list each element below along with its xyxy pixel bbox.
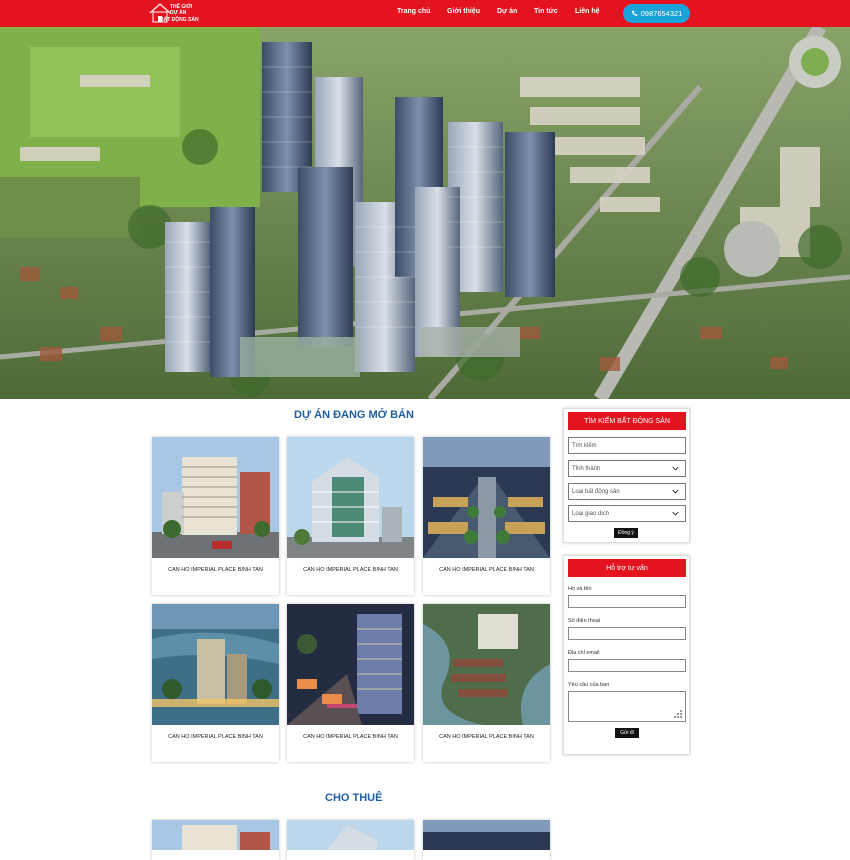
chevron-down-icon (672, 511, 679, 516)
nav-news[interactable]: Tin tức (534, 8, 558, 15)
rent-card[interactable] (423, 820, 550, 860)
nav-home[interactable]: Trang chủ (397, 8, 430, 15)
phone-icon (631, 10, 637, 16)
email-field[interactable] (568, 659, 686, 672)
transaction-type-select-value: Loại giao dịch (572, 510, 610, 517)
search-panel-title: TÌM KIẾM BẤT ĐỘNG SẢN (568, 412, 686, 430)
phone-button[interactable]: 0987654321 (623, 4, 690, 23)
project-card[interactable]: CAN HO IMPERIAL PLACE BINH TAN (423, 604, 550, 762)
rent-image[interactable] (423, 820, 550, 850)
rent-section-title: CHO THUÊ (325, 792, 383, 804)
search-panel: TÌM KIẾM BẤT ĐỘNG SẢN Tìm kiếm Tỉnh thàn… (563, 408, 690, 543)
property-type-select[interactable]: Loại bất động sản (568, 483, 686, 500)
support-panel: Hỗ trợ tư vấn Họ và tên Số điện thoại Đị… (563, 555, 690, 755)
project-title[interactable]: CAN HO IMPERIAL PLACE BINH TAN (152, 734, 279, 740)
project-title[interactable]: CAN HO IMPERIAL PLACE BINH TAN (287, 567, 414, 573)
chevron-down-icon (672, 466, 679, 471)
project-image[interactable] (152, 604, 279, 725)
email-label: Địa chỉ email (568, 650, 600, 656)
project-image[interactable] (287, 437, 414, 558)
project-title[interactable]: CAN HO IMPERIAL PLACE BINH TAN (423, 567, 550, 573)
hero-banner-image (0, 27, 850, 399)
project-card[interactable]: CAN HO IMPERIAL PLACE BINH TAN (287, 604, 414, 762)
property-type-select-value: Loại bất động sản (572, 488, 620, 495)
search-submit-button[interactable]: Đồng ý (614, 528, 638, 538)
project-title[interactable]: CAN HO IMPERIAL PLACE BINH TAN (423, 734, 550, 740)
province-select[interactable]: Tỉnh thành (568, 460, 686, 477)
support-panel-title: Hỗ trợ tư vấn (568, 559, 686, 577)
project-card[interactable]: CAN HO IMPERIAL PLACE BINH TAN (423, 437, 550, 595)
logo-line2: DỰ ÁN (170, 10, 187, 16)
province-select-value: Tỉnh thành (572, 465, 601, 472)
rent-card[interactable] (287, 820, 414, 860)
rent-image[interactable] (152, 820, 279, 850)
request-textarea[interactable] (568, 691, 686, 722)
project-card[interactable]: CAN HO IMPERIAL PLACE BINH TAN (287, 437, 414, 595)
rent-card[interactable] (152, 820, 279, 860)
top-header: THẾ GIỚI DỰ ÁN BẤT ĐỘNG SẢN Trang chủ Gi… (0, 0, 850, 27)
project-card[interactable]: CAN HO IMPERIAL PLACE BINH TAN (152, 437, 279, 595)
project-card[interactable]: CAN HO IMPERIAL PLACE BINH TAN (152, 604, 279, 762)
site-logo[interactable]: THẾ GIỚI DỰ ÁN BẤT ĐỘNG SẢN (148, 1, 200, 25)
phone-field[interactable] (568, 627, 686, 640)
search-input[interactable]: Tìm kiếm (568, 437, 686, 454)
project-title[interactable]: CAN HO IMPERIAL PLACE BINH TAN (287, 734, 414, 740)
request-label: Yêu cầu của bạn (568, 682, 610, 688)
nav-about[interactable]: Giới thiệu (447, 8, 480, 15)
project-image[interactable] (423, 604, 550, 725)
chevron-down-icon (672, 489, 679, 494)
project-image[interactable] (287, 604, 414, 725)
transaction-type-select[interactable]: Loại giao dịch (568, 505, 686, 522)
projects-section-title: DỰ ÁN ĐANG MỞ BÁN (294, 409, 414, 421)
logo-line3: BẤT ĐỘNG SẢN (160, 17, 199, 23)
phone-label: Số điện thoại (568, 618, 601, 624)
name-field[interactable] (568, 595, 686, 608)
resize-grip-icon[interactable] (674, 710, 682, 718)
search-placeholder: Tìm kiếm (572, 442, 597, 449)
support-submit-button[interactable]: Gửi đi (615, 728, 639, 738)
nav-projects[interactable]: Dự án (497, 8, 517, 15)
project-title[interactable]: CAN HO IMPERIAL PLACE BINH TAN (152, 567, 279, 573)
project-image[interactable] (152, 437, 279, 558)
nav-contact[interactable]: Liên hệ (575, 8, 600, 15)
rent-image[interactable] (287, 820, 414, 850)
phone-number: 0987654321 (640, 9, 683, 18)
name-label: Họ và tên (568, 586, 592, 592)
project-image[interactable] (423, 437, 550, 558)
